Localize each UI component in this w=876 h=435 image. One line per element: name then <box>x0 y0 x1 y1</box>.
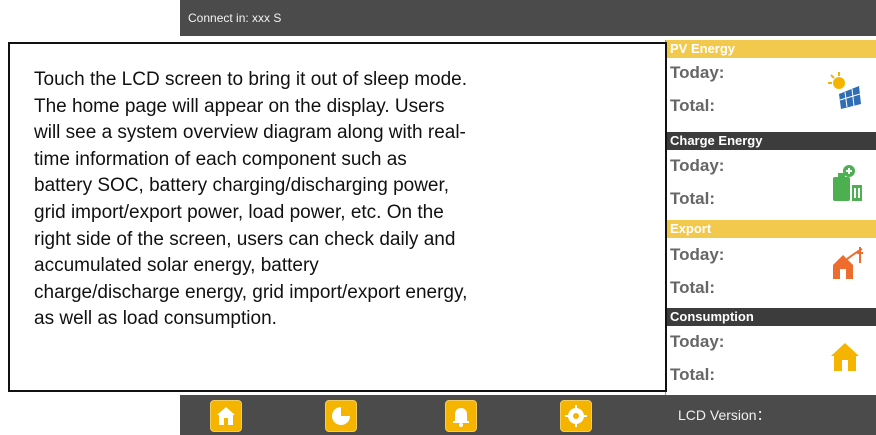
consumption-total-label: Total: <box>670 365 716 384</box>
grid-export-icon <box>825 245 865 285</box>
home-icon <box>217 407 235 425</box>
connect-status-text: Connect in: xxx S <box>188 11 282 25</box>
settings-nav-button[interactable] <box>560 400 592 432</box>
pv-total-label: Total: <box>670 96 716 115</box>
export-header: Export <box>666 220 876 238</box>
export-today-label: Today: <box>670 245 725 264</box>
status-top-bar: Connect in: xxx S <box>180 0 876 36</box>
pv-energy-header: PV Energy <box>666 40 876 58</box>
energy-summary-panel: PV Energy Today: Total: Charge Energy To… <box>665 40 876 395</box>
pie-chart-icon <box>332 407 350 425</box>
stats-nav-button[interactable] <box>325 400 357 432</box>
charge-today-label: Today: <box>670 156 725 175</box>
consumption-header: Consumption <box>666 308 876 326</box>
gear-icon <box>565 405 587 427</box>
instruction-text: Touch the LCD screen to bring it out of … <box>34 69 468 330</box>
solar-panel-icon <box>825 70 865 110</box>
home-nav-button[interactable] <box>210 400 242 432</box>
consumption-today-label: Today: <box>670 332 725 351</box>
battery-charge-icon <box>825 163 865 203</box>
export-total-label: Total: <box>670 278 716 297</box>
lcd-version-label: LCD Version： <box>678 407 771 423</box>
charge-energy-header: Charge Energy <box>666 132 876 150</box>
bottom-navigation-bar: LCD Version： <box>180 395 876 435</box>
house-icon <box>825 336 865 376</box>
alarm-nav-button[interactable] <box>445 400 477 432</box>
instruction-overlay: Touch the LCD screen to bring it out of … <box>8 42 667 392</box>
charge-total-label: Total: <box>670 189 716 208</box>
bell-icon <box>453 408 469 427</box>
pv-today-label: Today: <box>670 63 725 82</box>
